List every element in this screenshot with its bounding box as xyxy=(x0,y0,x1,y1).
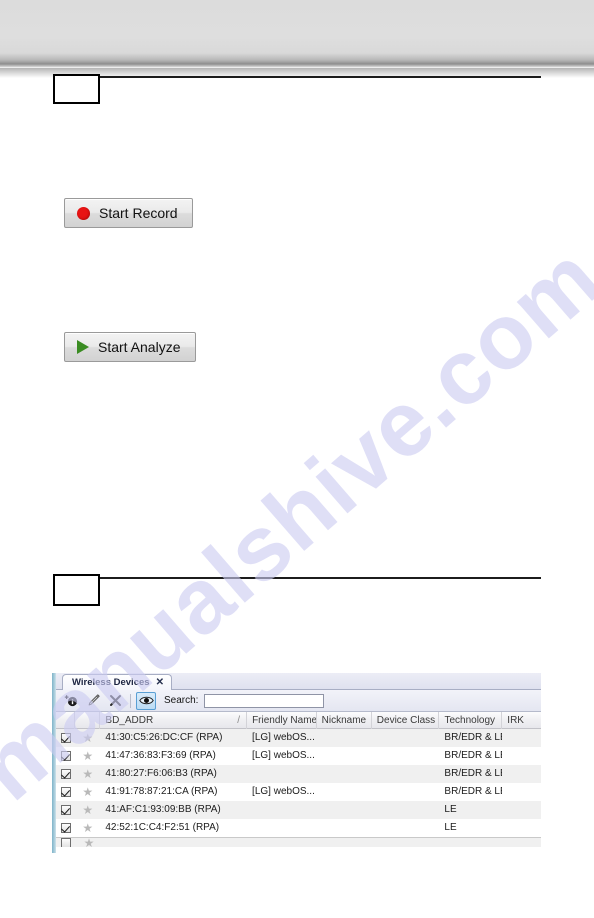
search-label: Search: xyxy=(164,695,199,706)
cell-technology: LE xyxy=(444,804,457,815)
column-header-technology[interactable]: Technology xyxy=(439,711,503,729)
table-row[interactable]: ★ 41:47:36:83:F3:69 (RPA) [LG] webOS... … xyxy=(56,747,541,765)
tab-close-icon[interactable]: ✕ xyxy=(156,677,164,688)
page-header-band xyxy=(0,0,594,68)
tab-wireless-devices-label: Wireless Devices xyxy=(72,677,150,688)
cell-irk xyxy=(502,783,541,801)
record-dot-icon xyxy=(77,206,90,220)
cell-nickname xyxy=(317,765,372,783)
row-favorite-star-icon[interactable]: ★ xyxy=(75,765,100,783)
cell-device-class xyxy=(372,783,440,801)
start-analyze-button[interactable]: Start Analyze xyxy=(64,332,196,362)
row-favorite-star-icon[interactable]: ★ xyxy=(75,747,100,765)
row-checkbox[interactable] xyxy=(56,819,75,837)
toolbar-separator xyxy=(130,693,131,708)
section-number-box-1 xyxy=(53,74,100,104)
row-favorite-star-icon[interactable]: ★ xyxy=(75,801,100,819)
cell-nickname xyxy=(317,819,372,837)
tab-wireless-devices[interactable]: Wireless Devices ✕ xyxy=(62,674,172,690)
column-header-star[interactable] xyxy=(75,711,101,729)
cell-friendly-name xyxy=(247,801,317,819)
cell-device-class xyxy=(372,819,440,837)
cell-irk xyxy=(502,801,541,819)
column-header-friendly-name[interactable]: Friendly Name xyxy=(247,711,317,729)
cell-irk xyxy=(502,819,541,837)
start-record-button[interactable]: Start Record xyxy=(64,198,193,228)
cell-bd-addr: 41:47:36:83:F3:69 (RPA) xyxy=(105,750,216,761)
row-favorite-star-icon[interactable]: ★ xyxy=(76,838,102,847)
row-checkbox[interactable] xyxy=(56,765,75,783)
devices-column-header-row: BD_ADDR Friendly Name Nickname Device Cl… xyxy=(56,711,541,729)
cell-friendly-name xyxy=(247,765,317,783)
table-row[interactable]: ★ 41:80:27:F6:06:B3 (RPA) BR/EDR & LE xyxy=(56,765,541,783)
panel-tabstrip: Wireless Devices ✕ xyxy=(56,673,541,690)
cell-technology: BR/EDR & LE xyxy=(444,768,503,779)
row-favorite-star-icon[interactable]: ★ xyxy=(75,819,100,837)
row-checkbox[interactable] xyxy=(56,801,75,819)
column-header-check[interactable] xyxy=(56,711,76,729)
cell-irk xyxy=(502,747,541,765)
cell-device-class xyxy=(372,765,440,783)
cell-nickname xyxy=(317,801,372,819)
cell-nickname xyxy=(317,747,372,765)
cell-device-class xyxy=(372,747,440,765)
add-device-icon[interactable] xyxy=(61,692,81,710)
table-row[interactable]: ★ 41:AF:C1:93:09:BB (RPA) LE xyxy=(56,801,541,819)
wireless-devices-panel: Wireless Devices ✕ Search: BD_ADDR / Fri… xyxy=(52,673,541,853)
cell-technology: BR/EDR & LE xyxy=(444,732,503,743)
cell-device-class xyxy=(372,801,440,819)
column-header-device-class[interactable]: Device Class xyxy=(372,711,440,729)
delete-x-icon[interactable] xyxy=(105,692,125,710)
cell-friendly-name: [LG] webOS... xyxy=(252,786,315,797)
cell-technology: LE xyxy=(444,822,457,833)
search-input[interactable] xyxy=(204,693,325,708)
cell-bd-addr: 41:91:78:87:21:CA (RPA) xyxy=(105,786,218,797)
cell-friendly-name: [LG] webOS... xyxy=(252,750,315,761)
row-favorite-star-icon[interactable]: ★ xyxy=(75,729,100,747)
row-checkbox[interactable] xyxy=(56,838,76,847)
cell-friendly-name xyxy=(247,819,317,837)
column-header-bd-addr[interactable]: BD_ADDR xyxy=(100,711,248,729)
play-triangle-icon xyxy=(77,340,89,354)
cell-technology: BR/EDR & LE xyxy=(444,750,503,761)
row-checkbox[interactable] xyxy=(56,729,75,747)
column-header-irk[interactable]: IRK xyxy=(502,712,541,729)
section-rule-1 xyxy=(100,76,541,78)
row-checkbox[interactable] xyxy=(56,783,75,801)
start-analyze-label: Start Analyze xyxy=(98,339,181,355)
table-row[interactable]: ★ 41:91:78:87:21:CA (RPA) [LG] webOS... … xyxy=(56,783,541,801)
cell-device-class xyxy=(372,729,440,747)
table-row-partial[interactable]: ★ xyxy=(56,837,541,847)
row-favorite-star-icon[interactable]: ★ xyxy=(75,783,100,801)
cell-technology: BR/EDR & LE xyxy=(444,786,503,797)
table-row[interactable]: ★ 42:52:1C:C4:F2:51 (RPA) LE xyxy=(56,819,541,837)
column-header-nickname[interactable]: Nickname xyxy=(317,711,372,729)
table-row[interactable]: ★ 41:30:C5:26:DC:CF (RPA) [LG] webOS... … xyxy=(56,729,541,747)
cell-friendly-name: [LG] webOS... xyxy=(252,732,315,743)
start-record-label: Start Record xyxy=(99,205,178,221)
eye-visibility-icon[interactable] xyxy=(136,691,156,710)
section-rule-2 xyxy=(100,577,541,579)
edit-pencil-icon[interactable] xyxy=(83,692,103,710)
section-number-box-2 xyxy=(53,574,100,606)
cell-bd-addr: 41:80:27:F6:06:B3 (RPA) xyxy=(105,768,217,779)
cell-bd-addr: 42:52:1C:C4:F2:51 (RPA) xyxy=(105,822,220,833)
cell-nickname xyxy=(317,783,372,801)
row-checkbox[interactable] xyxy=(56,747,75,765)
cell-irk xyxy=(502,729,541,747)
cell-bd-addr: 41:30:C5:26:DC:CF (RPA) xyxy=(105,732,223,743)
devices-rows-area[interactable]: ★ 41:30:C5:26:DC:CF (RPA) [LG] webOS... … xyxy=(56,729,541,853)
cell-irk xyxy=(502,765,541,783)
cell-nickname xyxy=(317,729,372,747)
panel-toolbar: Search: xyxy=(56,690,541,712)
cell-bd-addr: 41:AF:C1:93:09:BB (RPA) xyxy=(105,804,221,815)
